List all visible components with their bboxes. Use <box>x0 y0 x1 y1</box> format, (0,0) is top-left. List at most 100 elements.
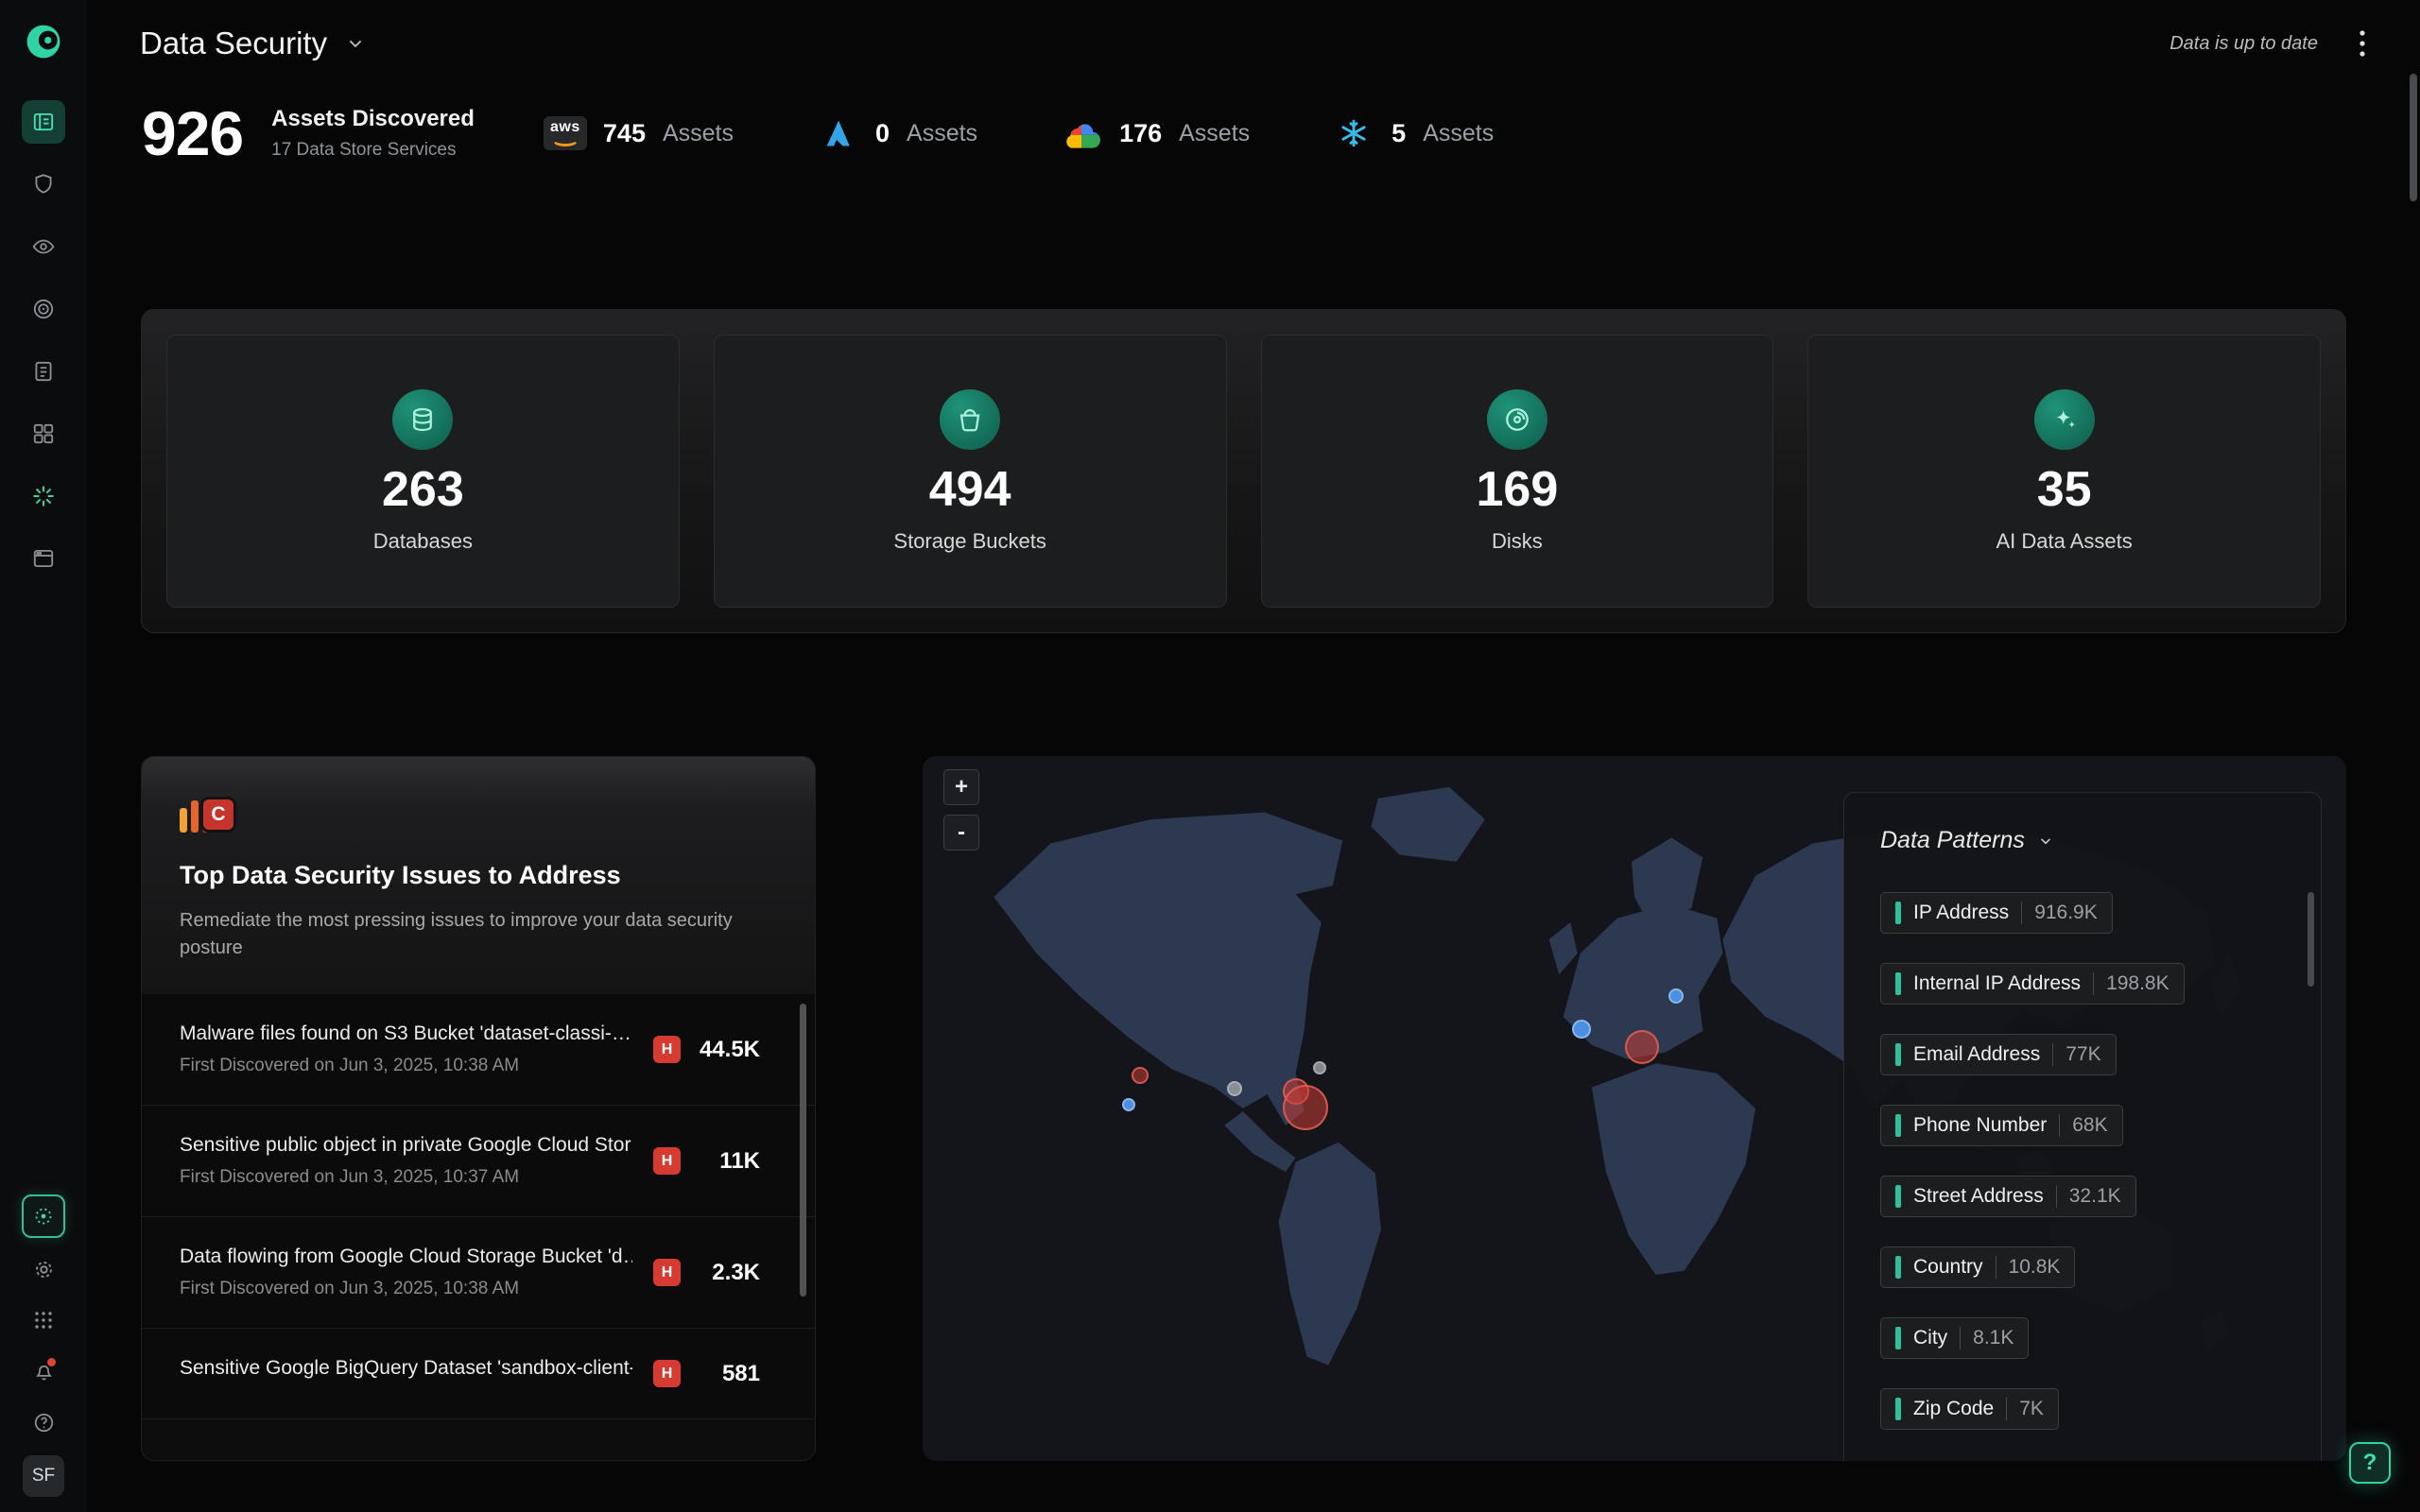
sidebar-item-ai-scan[interactable] <box>22 1194 65 1238</box>
mini-bar-icon <box>1895 1043 1901 1066</box>
sidebar-item-help[interactable] <box>24 1402 63 1442</box>
provider-google-cloud: 176 Assets <box>1059 114 1250 152</box>
sidebar-item-integrations[interactable] <box>22 537 65 580</box>
page-scrollbar[interactable] <box>2410 74 2417 201</box>
map-marker-gray[interactable] <box>1313 1061 1326 1074</box>
apps-grid-icon <box>32 1309 55 1332</box>
severity-badge: H <box>653 1259 681 1286</box>
disks-count: 169 <box>1476 465 1558 514</box>
issue-discovered-date: First Discovered on Jun 3, 2025, 10:38 A… <box>180 1279 632 1299</box>
issue-count: 44.5K <box>696 1037 760 1063</box>
card-disks[interactable]: 169 Disks <box>1261 335 1774 608</box>
sidebar-item-reports[interactable] <box>22 412 65 455</box>
zoom-in-button[interactable]: + <box>943 769 979 805</box>
pattern-chip[interactable]: Email Address 77K <box>1880 1034 2117 1075</box>
shield-icon <box>31 172 56 197</box>
issues-list: Malware files found on S3 Bucket 'datase… <box>142 994 815 1419</box>
azure-asset-count: 0 <box>875 119 890 148</box>
map-zoom-controls: + - <box>943 769 979 850</box>
map-marker-red[interactable] <box>1283 1085 1328 1130</box>
issue-count: 581 <box>696 1361 760 1387</box>
pattern-chip[interactable]: Zip Code 7K <box>1880 1388 2059 1430</box>
issues-scrollbar[interactable] <box>800 1004 806 1297</box>
page-title: Data Security <box>140 26 327 61</box>
sidebar-item-visibility[interactable] <box>22 225 65 268</box>
gcp-asset-count: 176 <box>1119 119 1162 148</box>
issue-title: Sensitive Google BigQuery Dataset 'sandb… <box>180 1357 632 1380</box>
top-issues-panel: C Top Data Security Issues to Address Re… <box>141 756 816 1461</box>
provider-aws: aws 745 Assets <box>543 114 734 152</box>
issue-row[interactable]: Data flowing from Google Cloud Storage B… <box>142 1217 815 1329</box>
card-storage-buckets[interactable]: 494 Storage Buckets <box>714 335 1227 608</box>
issue-row[interactable]: Sensitive Google BigQuery Dataset 'sandb… <box>142 1329 815 1419</box>
sparkle-icon <box>31 484 56 508</box>
window-icon <box>31 546 56 571</box>
sidebar-bottom: SF <box>22 1189 65 1497</box>
sidebar-item-policies[interactable] <box>22 350 65 393</box>
mini-bar-icon <box>1895 1256 1901 1279</box>
pattern-chip[interactable]: Phone Number 68K <box>1880 1105 2123 1146</box>
map-marker-blue[interactable] <box>1668 988 1684 1004</box>
mini-bar-icon <box>1895 1185 1901 1208</box>
pattern-chip[interactable]: Country 10.8K <box>1880 1246 2075 1288</box>
provider-snowflake: 5 Assets <box>1331 114 1494 152</box>
sidebar-item-security[interactable] <box>22 163 65 206</box>
severity-badge: H <box>653 1147 681 1175</box>
card-databases[interactable]: 263 Databases <box>166 335 680 608</box>
asset-type-cards: 263 Databases 494 Storage Buckets 169 Di… <box>141 309 2346 633</box>
user-avatar[interactable]: SF <box>23 1455 64 1497</box>
issue-count: 11K <box>696 1148 760 1175</box>
sidebar-item-data-security[interactable] <box>22 474 65 518</box>
data-store-services-label: 17 Data Store Services <box>271 140 475 161</box>
sidebar-item-apps[interactable] <box>24 1300 63 1340</box>
mini-bar-icon <box>1895 972 1901 995</box>
patterns-scrollbar[interactable] <box>2308 892 2314 987</box>
sidebar-item-notifications[interactable] <box>24 1351 63 1391</box>
pattern-chip-list: IP Address 916.9K Internal IP Address 19… <box>1880 892 2285 1430</box>
mini-bar-icon <box>1895 902 1901 924</box>
mini-bar-icon <box>1895 1398 1901 1420</box>
issue-row[interactable]: Malware files found on S3 Bucket 'datase… <box>142 994 815 1106</box>
gear-icon <box>32 1258 56 1281</box>
issue-row[interactable]: Sensitive public object in private Googl… <box>142 1106 815 1217</box>
data-freshness-status: Data is up to date <box>2169 33 2318 55</box>
issue-discovered-date: First Discovered on Jun 3, 2025, 10:38 A… <box>180 1056 632 1076</box>
pattern-chip[interactable]: Internal IP Address 198.8K <box>1880 963 2185 1005</box>
snowflake-icon <box>1331 114 1376 152</box>
sidebar-item-dashboard[interactable] <box>22 100 65 144</box>
sidebar-item-posture[interactable] <box>22 287 65 331</box>
mini-bar-icon <box>1895 1114 1901 1137</box>
map-marker-red[interactable] <box>1625 1030 1659 1064</box>
map-marker-blue[interactable] <box>1572 1020 1591 1039</box>
card-ai-data-assets[interactable]: 35 AI Data Assets <box>1807 335 2321 608</box>
sidebar-item-settings[interactable] <box>24 1249 63 1289</box>
pattern-chip[interactable]: IP Address 916.9K <box>1880 892 2113 934</box>
help-fab-button[interactable]: ? <box>2349 1442 2391 1484</box>
clipboard-icon <box>31 359 56 384</box>
app-logo[interactable] <box>21 19 66 64</box>
map-marker-red[interactable] <box>1132 1067 1149 1084</box>
topbar: Data Security Data is up to date <box>87 0 2420 87</box>
page-title-dropdown[interactable]: Data Security <box>140 26 365 61</box>
pattern-chip[interactable]: Street Address 32.1K <box>1880 1176 2136 1217</box>
total-assets-label: Assets Discovered <box>271 106 475 132</box>
zoom-out-button[interactable]: - <box>943 815 979 850</box>
map-marker-blue[interactable] <box>1122 1098 1135 1111</box>
map-marker-gray[interactable] <box>1227 1081 1242 1096</box>
aws-asset-count: 745 <box>603 119 646 148</box>
target-icon <box>31 297 56 321</box>
asset-location-map[interactable]: + - Data Patterns IP Address 916.9K Inte <box>923 756 2346 1461</box>
notification-dot <box>47 1358 56 1366</box>
data-patterns-dropdown[interactable]: Data Patterns <box>1880 827 2285 854</box>
storage-buckets-count: 494 <box>929 465 1011 514</box>
azure-icon <box>815 114 860 152</box>
ai-data-assets-count: 35 <box>2037 465 2092 514</box>
databases-count: 263 <box>382 465 464 514</box>
total-assets-meta: Assets Discovered 17 Data Store Services <box>271 106 475 161</box>
chevron-down-icon <box>346 34 365 53</box>
issue-title: Malware files found on S3 Bucket 'datase… <box>180 1022 632 1045</box>
dashboard-icon <box>31 110 56 134</box>
issue-title: Sensitive public object in private Googl… <box>180 1134 632 1157</box>
kebab-menu-button[interactable] <box>2346 25 2378 62</box>
pattern-chip[interactable]: City 8.1K <box>1880 1317 2029 1359</box>
